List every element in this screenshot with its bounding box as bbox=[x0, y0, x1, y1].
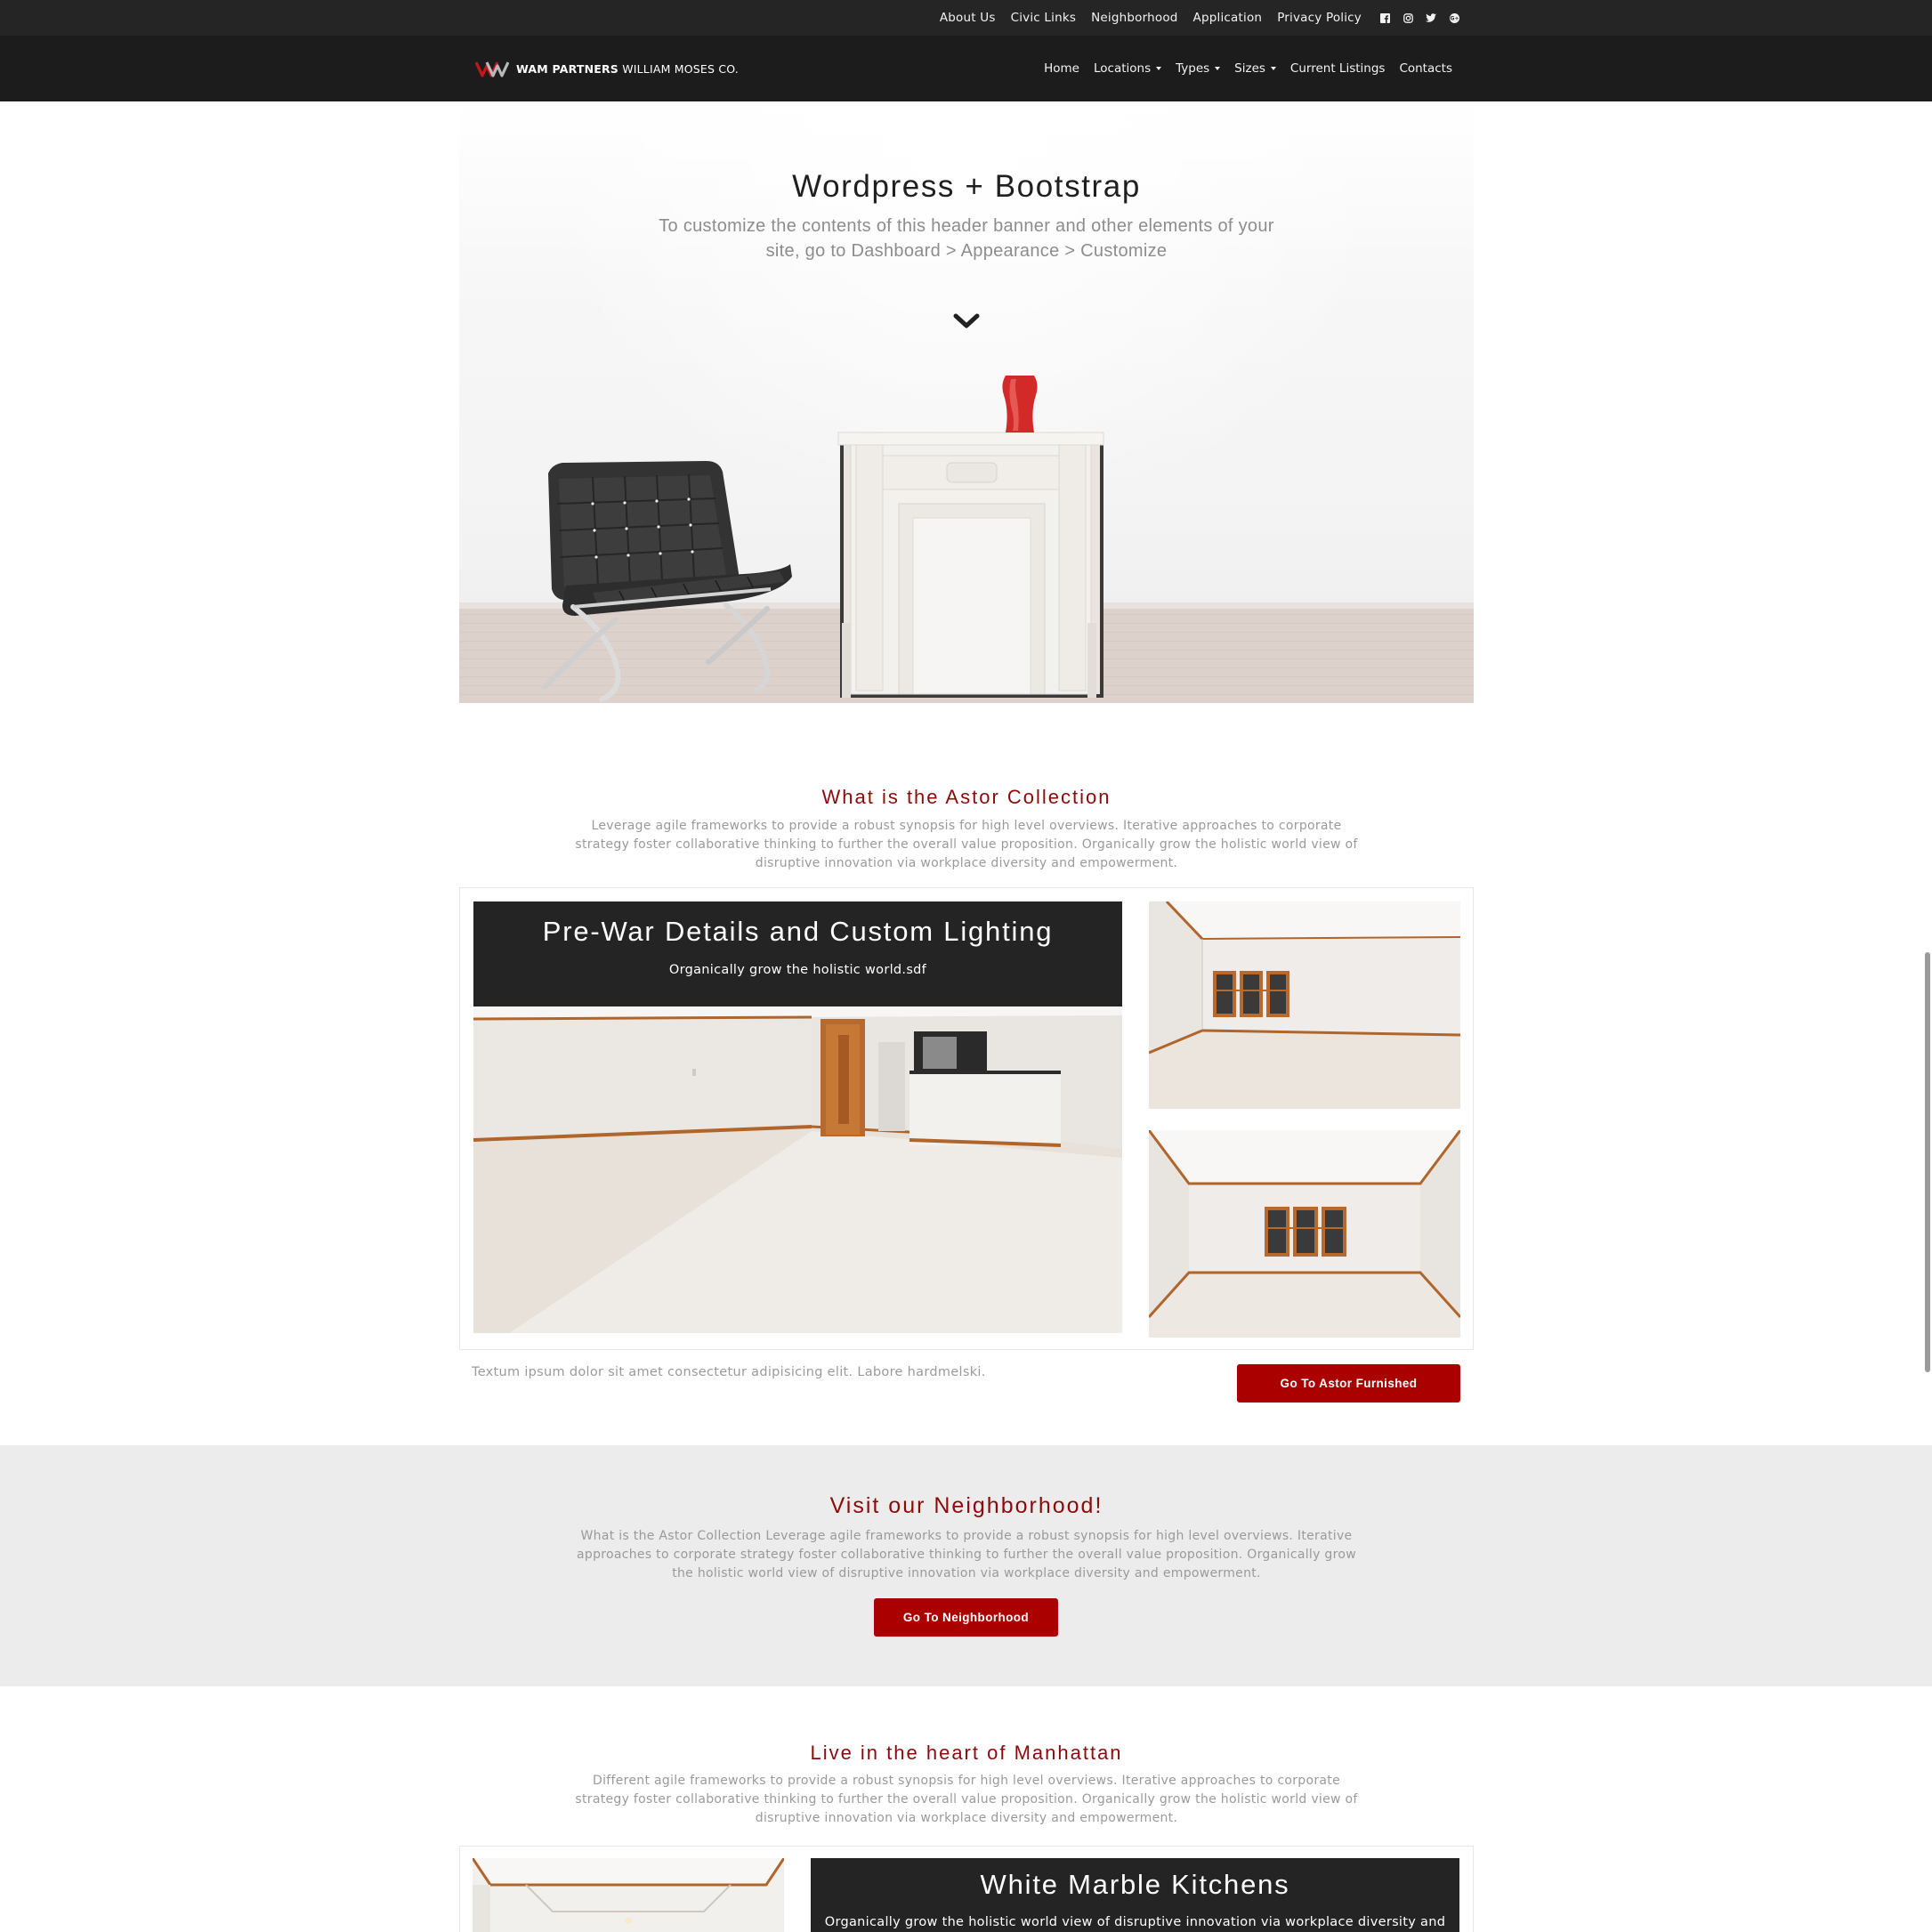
wam-logo-icon bbox=[475, 61, 509, 77]
living-room-photo bbox=[473, 1006, 1122, 1333]
neighborhood-text: What is the Astor Collection Leverage ag… bbox=[577, 1529, 1356, 1580]
feature-subtitle: Organically grow the holistic world.sdf bbox=[668, 963, 927, 977]
main-navbar: WAM PARTNERS WILLIAM MOSES CO. Home Loca… bbox=[0, 36, 1932, 101]
astor-caption: Textum ipsum dolor sit amet consectetur … bbox=[472, 1365, 986, 1379]
astor-section-title: What is the Astor Collection bbox=[821, 786, 1112, 808]
twitter-icon[interactable] bbox=[1425, 12, 1437, 24]
brand-rest: WILLIAM MOSES CO. bbox=[622, 61, 739, 76]
hero-banner: Wordpress + Bootstrap To customize the c… bbox=[459, 101, 1474, 703]
page-scrollbar[interactable] bbox=[1925, 952, 1930, 1372]
nav-contacts[interactable]: Contacts bbox=[1399, 61, 1452, 76]
social-links: G+ bbox=[1378, 12, 1460, 24]
hero-title: Wordpress + Bootstrap bbox=[792, 169, 1141, 204]
nav-sizes[interactable]: Sizes bbox=[1234, 61, 1276, 76]
nav-home-label: Home bbox=[1044, 61, 1079, 76]
caret-down-icon bbox=[1156, 67, 1162, 70]
nav-types[interactable]: Types bbox=[1176, 61, 1221, 76]
brand-name: WAM PARTNERS WILLIAM MOSES CO. bbox=[516, 62, 739, 76]
manhattan-text: Different agile frameworks to provide a … bbox=[575, 1774, 1358, 1825]
primary-nav: Home Locations Types Sizes Current Listi… bbox=[1044, 36, 1452, 101]
nav-contacts-label: Contacts bbox=[1399, 61, 1452, 76]
feature-panel[interactable]: Pre-War Details and Custom Lighting Orga… bbox=[473, 901, 1122, 1333]
hero-subtitle: To customize the contents of this header… bbox=[659, 216, 1274, 261]
top-link-about-us[interactable]: About Us bbox=[940, 11, 996, 25]
nav-sizes-label: Sizes bbox=[1234, 61, 1265, 76]
caret-down-icon bbox=[1270, 67, 1276, 70]
top-link-application[interactable]: Application bbox=[1193, 11, 1263, 25]
top-link-neighborhood[interactable]: Neighborhood bbox=[1091, 11, 1177, 25]
room-photo-windows bbox=[1149, 901, 1460, 1109]
kitchen-feature-title: White Marble Kitchens bbox=[980, 1869, 1290, 1900]
feature-title: Pre-War Details and Custom Lighting bbox=[542, 916, 1054, 947]
facebook-icon[interactable] bbox=[1378, 12, 1391, 24]
go-to-neighborhood-button[interactable]: Go To Neighborhood bbox=[874, 1598, 1058, 1637]
neighborhood-title: Visit our Neighborhood! bbox=[829, 1493, 1103, 1518]
brand-logo[interactable]: WAM PARTNERS WILLIAM MOSES CO. bbox=[475, 59, 739, 78]
google-plus-icon[interactable]: G+ bbox=[1448, 12, 1460, 24]
room-photo-hallway bbox=[1149, 1130, 1460, 1338]
instagram-icon[interactable] bbox=[1402, 12, 1414, 24]
nav-locations-label: Locations bbox=[1093, 61, 1152, 76]
feature-header: Pre-War Details and Custom Lighting Orga… bbox=[473, 901, 1122, 1006]
astor-gallery-card: Pre-War Details and Custom Lighting Orga… bbox=[459, 887, 1474, 1350]
caret-down-icon bbox=[1215, 67, 1221, 70]
brand-bold: WAM PARTNERS bbox=[516, 61, 618, 76]
nav-current-listings[interactable]: Current Listings bbox=[1290, 61, 1386, 76]
nav-types-label: Types bbox=[1176, 61, 1210, 76]
astor-section-text: Leverage agile frameworks to provide a r… bbox=[575, 819, 1358, 870]
chevron-down-icon[interactable] bbox=[952, 310, 981, 331]
kitchen-feature-subtitle: Organically grow the holistic world view… bbox=[824, 1915, 1446, 1929]
nav-current-listings-label: Current Listings bbox=[1289, 61, 1386, 76]
go-to-astor-furnished-button[interactable]: Go To Astor Furnished bbox=[1237, 1364, 1460, 1403]
manhattan-title: Live in the heart of Manhattan bbox=[810, 1742, 1123, 1764]
nav-locations[interactable]: Locations bbox=[1093, 61, 1162, 76]
top-links: About Us Civic Links Neighborhood Applic… bbox=[940, 0, 1460, 36]
top-link-civic-links[interactable]: Civic Links bbox=[1011, 11, 1077, 25]
svg-text:G+: G+ bbox=[1450, 15, 1459, 21]
top-utility-bar: About Us Civic Links Neighborhood Applic… bbox=[0, 0, 1932, 36]
nav-home[interactable]: Home bbox=[1044, 61, 1079, 76]
top-link-privacy-policy[interactable]: Privacy Policy bbox=[1277, 11, 1362, 25]
room-photo-ceiling bbox=[473, 1858, 784, 1932]
kitchen-feature-panel[interactable]: White Marble Kitchens Organically grow t… bbox=[811, 1858, 1459, 1932]
